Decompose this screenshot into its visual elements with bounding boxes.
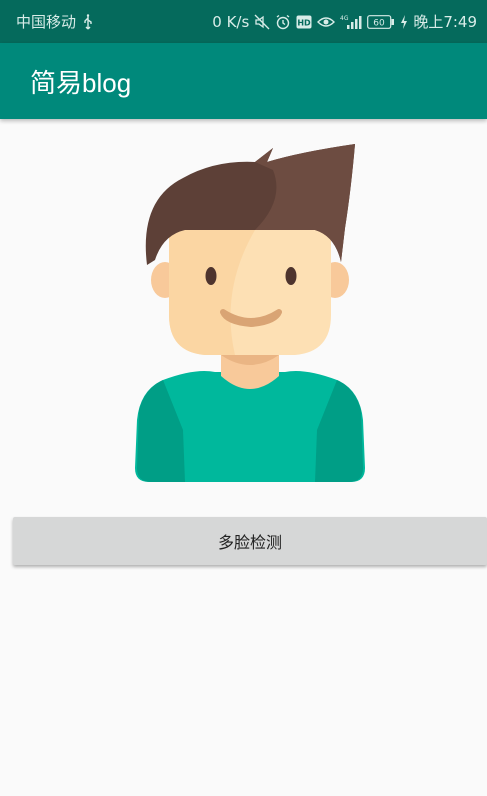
network-speed: 0 K/s [212,12,250,31]
status-bar: 中国移动 0 K/s HD 4G 60 晚上7:49 [0,0,487,43]
mute-icon [254,14,270,30]
network-type-label: 4G [340,15,349,22]
charging-icon [400,14,408,29]
signal-icon: 4G [340,14,362,30]
multi-face-detect-button[interactable]: 多脸检测 [13,517,487,565]
app-title: 简易blog [30,67,132,98]
carrier-label: 中国移动 [16,13,77,31]
eye-icon [317,15,336,29]
svg-text:HD: HD [298,18,312,27]
app-bar: 简易blog [0,43,487,119]
alarm-icon [275,14,291,30]
clock: 晚上7:49 [413,13,477,31]
hd-icon: HD [296,15,312,29]
battery-level: 60 [374,18,386,28]
avatar-icon [135,144,365,482]
usb-icon [82,13,94,30]
battery-icon: 60 [367,14,395,29]
